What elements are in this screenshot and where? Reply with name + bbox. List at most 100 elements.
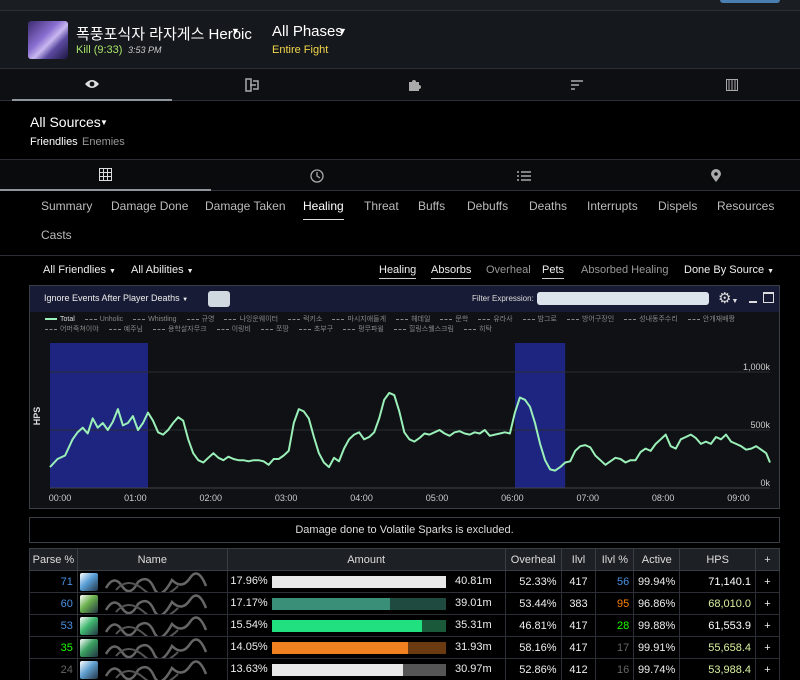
tab-healing[interactable]: Healing xyxy=(303,199,344,220)
tab-dispels[interactable]: Dispels xyxy=(658,199,697,213)
minimize-icon[interactable] xyxy=(748,290,758,304)
gear-icon[interactable]: ⚙▼ xyxy=(718,289,738,307)
tab-damage-done[interactable]: Damage Done xyxy=(111,199,188,213)
pets-toggle[interactable]: Pets xyxy=(542,264,565,279)
player-name-cell[interactable] xyxy=(76,658,228,680)
legend-item[interactable]: 쪼땅 xyxy=(260,325,289,335)
friendlies-toggle[interactable]: Friendlies xyxy=(30,136,78,148)
phase-dropdown[interactable]: All Phases xyxy=(272,23,343,40)
chevron-down-icon[interactable]: ▼ xyxy=(100,118,108,127)
boss-name-dropdown[interactable]: 폭풍포식자 라자게스 Heroic xyxy=(76,23,252,44)
ignore-deaths-toggle[interactable] xyxy=(208,291,230,307)
filter-expression-input[interactable] xyxy=(537,292,709,305)
tab-deaths[interactable]: Deaths xyxy=(529,199,567,213)
col-parse[interactable]: Parse % xyxy=(29,548,78,571)
player-name-cell[interactable] xyxy=(76,592,228,615)
tab-debuffs[interactable]: Debuffs xyxy=(467,199,508,213)
tab-compare[interactable] xyxy=(172,69,332,101)
col-ilvl[interactable]: Ilvl xyxy=(560,548,597,571)
add-button[interactable]: + xyxy=(755,658,780,680)
tab-columns[interactable] xyxy=(652,69,800,101)
tab-summary[interactable]: Summary xyxy=(41,199,92,213)
legend-item[interactable]: 럭키소 xyxy=(288,315,322,325)
legend-item[interactable]: Whistling xyxy=(133,315,177,325)
ilvl-value: 417 xyxy=(560,614,597,637)
col-amount[interactable]: Amount xyxy=(226,548,506,571)
top-button[interactable] xyxy=(720,0,780,3)
player-name-cell[interactable] xyxy=(76,636,228,659)
enemies-toggle[interactable]: Enemies xyxy=(82,136,125,148)
legend-item[interactable]: 펑무파윌 xyxy=(343,325,384,335)
table-row[interactable]: 35 14.05% 31.93m 58.16% 417 17 99.91% 55,658.4 + xyxy=(29,636,780,659)
amount-value: 40.81m xyxy=(455,575,492,588)
col-ilvl-pct[interactable]: Ilvl % xyxy=(595,548,635,571)
tab-eye[interactable] xyxy=(12,69,172,101)
player-name-cell[interactable] xyxy=(76,614,228,637)
legend-item[interactable]: 예주님 xyxy=(108,325,143,335)
tab-interrupts[interactable]: Interrupts xyxy=(587,199,638,213)
tab-threat[interactable]: Threat xyxy=(364,199,399,213)
absorbed-healing-toggle[interactable]: Absorbed Healing xyxy=(581,264,668,276)
friendlies-filter-dropdown[interactable]: All Friendlies ▼ xyxy=(43,264,116,276)
legend-item[interactable]: Unholic xyxy=(84,315,123,325)
table-row[interactable]: 60 17.17% 39.01m 53.44% 383 95 96.86% 68,010.0 + xyxy=(29,592,780,615)
legend-item[interactable]: 헤데일 xyxy=(396,315,430,325)
healing-toggle[interactable]: Healing xyxy=(379,264,417,279)
healing-table: Parse % Name Amount Overheal Ilvl Ilvl %… xyxy=(29,548,780,680)
player-name-cell[interactable] xyxy=(76,570,228,593)
active-value: 99.88% xyxy=(633,614,681,637)
tab-sort[interactable] xyxy=(497,69,657,101)
legend-item[interactable]: 이링비 xyxy=(216,325,251,335)
legend-item[interactable]: 성내동주수리 xyxy=(624,315,678,325)
exclusion-notice: Damage done to Volatile Sparks is exclud… xyxy=(29,517,780,543)
legend-item[interactable]: 밤그로 xyxy=(522,315,557,325)
tab-resources[interactable]: Resources xyxy=(717,199,774,213)
legend-swatch xyxy=(343,328,356,330)
legend-item[interactable]: 초부구 xyxy=(298,325,333,335)
legend-item[interactable]: 규영 xyxy=(186,315,214,325)
col-hps[interactable]: HPS xyxy=(679,548,757,571)
table-row[interactable]: 24 13.63% 30.97m 52.86% 412 16 99.74% 53,988.4 + xyxy=(29,658,780,680)
maximize-icon[interactable] xyxy=(763,292,774,303)
tab-addons[interactable] xyxy=(334,69,494,101)
done-by-dropdown[interactable]: Done By Source ▼ xyxy=(684,264,774,276)
table-row[interactable]: 53 15.54% 35.31m 46.81% 417 28 99.88% 61,553.9 + xyxy=(29,614,780,637)
col-name[interactable]: Name xyxy=(76,548,228,571)
legend-item[interactable]: 유라사 xyxy=(478,315,513,325)
fight-header: 폭풍포식자 라자게스 Heroic ▼ Kill (9:33) 3:53 PM … xyxy=(0,10,800,68)
tab-events-view[interactable] xyxy=(418,160,629,191)
tab-replay-view[interactable] xyxy=(610,160,800,191)
tab-table-view[interactable] xyxy=(0,160,211,191)
table-row[interactable]: 71 17.96% 40.81m 52.33% 417 56 99.94% 71,140.1 + xyxy=(29,570,780,593)
col-active[interactable]: Active xyxy=(633,548,681,571)
legend-item[interactable]: 용학살자무크 xyxy=(152,325,207,335)
add-button[interactable]: + xyxy=(755,636,780,659)
add-button[interactable]: + xyxy=(755,570,780,593)
legend-item[interactable]: 힐링스웰스크림 xyxy=(393,325,454,335)
legend-item[interactable]: 방어구장인 xyxy=(566,315,614,325)
legend-item[interactable]: Total xyxy=(45,315,75,325)
redacted-name xyxy=(104,615,208,636)
ignore-deaths-dropdown[interactable]: Ignore Events After Player Deaths ▼ xyxy=(44,293,188,303)
tab-casts[interactable]: Casts xyxy=(41,228,72,242)
tab-timeline-view[interactable] xyxy=(211,160,422,191)
chevron-down-icon[interactable]: ▼ xyxy=(231,26,240,36)
abilities-filter-dropdown[interactable]: All Abilities ▼ xyxy=(131,264,194,276)
legend-item[interactable]: 나잉운웨이터 xyxy=(224,315,278,325)
legend-item[interactable]: 어머죽쳐이야 xyxy=(45,325,99,335)
legend-item[interactable]: 문학 xyxy=(440,315,468,325)
col-overheal[interactable]: Overheal xyxy=(504,548,562,571)
legend-item[interactable]: 마시지애들게 xyxy=(332,315,386,325)
legend-item[interactable]: 안개재배짱 xyxy=(687,315,735,325)
col-add[interactable]: + xyxy=(755,548,780,571)
absorbs-toggle[interactable]: Absorbs xyxy=(431,264,472,279)
sources-dropdown[interactable]: All Sources xyxy=(30,114,101,130)
add-button[interactable]: + xyxy=(755,614,780,637)
overheal-toggle[interactable]: Overheal xyxy=(486,264,531,276)
tab-damage-taken[interactable]: Damage Taken xyxy=(205,199,286,213)
tab-buffs[interactable]: Buffs xyxy=(418,199,445,213)
filter-expression-label: Filter Expression: xyxy=(472,294,534,303)
legend-item[interactable]: 히탁 xyxy=(464,325,492,335)
add-button[interactable]: + xyxy=(755,592,780,615)
chevron-down-icon[interactable]: ▼ xyxy=(338,26,347,36)
